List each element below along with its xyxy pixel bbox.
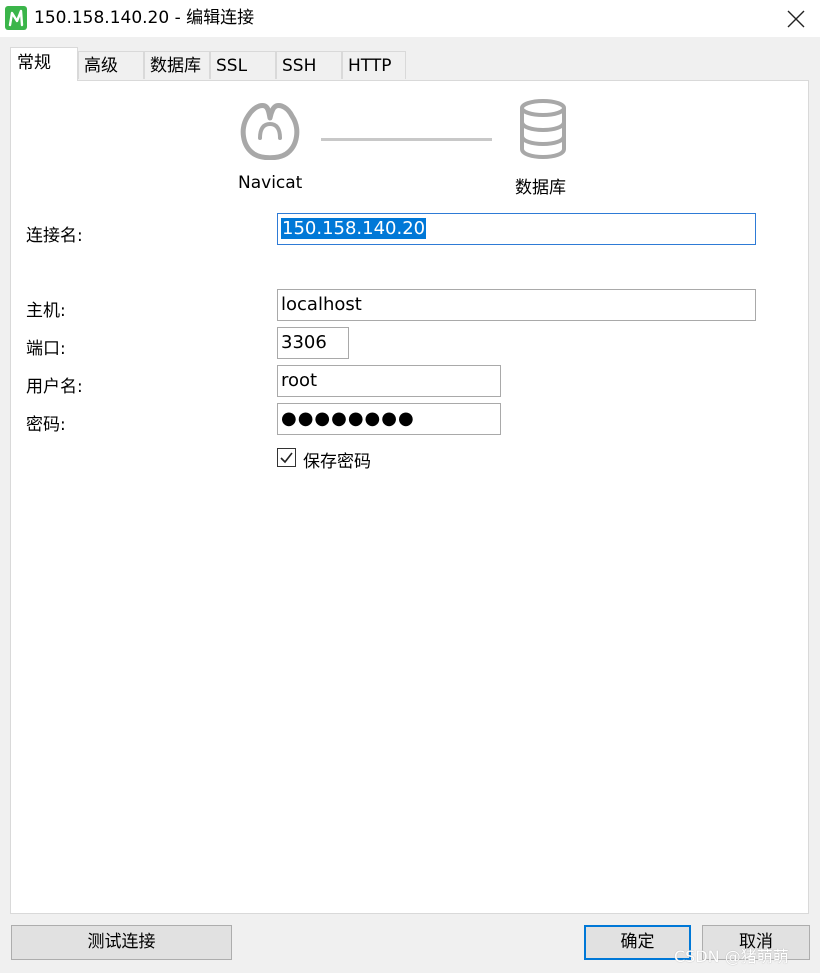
close-icon [787,10,805,28]
connection-line [321,138,492,141]
navicat-icon [5,6,27,30]
database-icon [518,99,568,163]
tab-http[interactable]: HTTP [342,51,406,79]
close-button[interactable] [778,0,814,37]
tab-ssl[interactable]: SSL [210,51,276,79]
checkmark-icon [280,452,293,464]
window-title: 150.158.140.20 - 编辑连接 [34,8,255,28]
navicat-logo-icon [238,98,302,164]
save-password-checkbox[interactable] [277,448,296,467]
connection-name-label: 连接名: [26,226,83,246]
password-value: ●●●●●●●● [281,408,415,429]
host-input[interactable]: localhost [277,289,756,321]
connection-name-input[interactable]: 150.158.140.20 [277,213,756,245]
watermark: CSDN @猪萌萌 [674,947,789,966]
username-input[interactable]: root [277,365,501,397]
password-input[interactable]: ●●●●●●●● [277,403,501,435]
password-label: 密码: [26,415,66,435]
test-connection-button[interactable]: 测试连接 [11,925,232,960]
navicat-label: Navicat [238,173,303,193]
tab-ssh[interactable]: SSH [276,51,342,79]
tab-general[interactable]: 常规 [10,47,78,81]
host-label: 主机: [26,301,66,321]
port-label: 端口: [26,339,66,359]
title-bar: 150.158.140.20 - 编辑连接 [0,0,820,37]
general-tab-panel [10,80,809,914]
database-label: 数据库 [515,178,566,198]
tab-bar: 常规 高级 数据库 SSL SSH HTTP [10,47,810,81]
save-password-label[interactable]: 保存密码 [303,447,371,472]
tab-databases[interactable]: 数据库 [144,51,210,79]
connection-name-value: 150.158.140.20 [281,218,427,239]
tab-advanced[interactable]: 高级 [78,51,144,79]
username-label: 用户名: [26,377,83,397]
port-input[interactable]: 3306 [277,327,349,359]
